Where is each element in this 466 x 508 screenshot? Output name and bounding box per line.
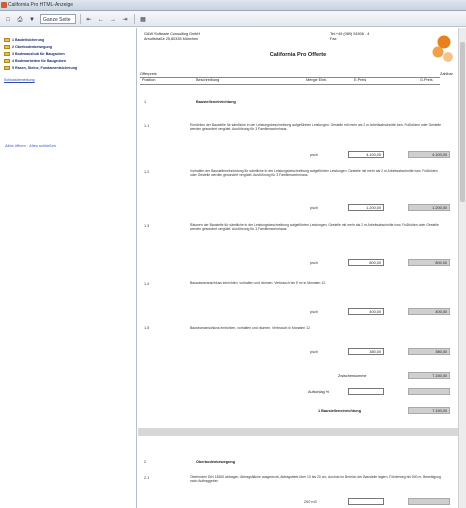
column-position: Position bbox=[142, 78, 156, 82]
unit-price-field[interactable]: 380,00 bbox=[348, 348, 384, 355]
app-window: California Pro HTML-Anzeige □ ⎙ ▼ Ganze … bbox=[0, 0, 466, 508]
sidebar-item-5[interactable]: 5 Rasen, Steine, Fundamentsicherung bbox=[4, 66, 124, 71]
position-number: 1.5 bbox=[144, 326, 150, 330]
app-icon bbox=[1, 2, 7, 8]
total-price-field: 800,00 bbox=[408, 259, 450, 266]
surcharge-value bbox=[408, 388, 450, 395]
vertical-scrollbar[interactable] bbox=[458, 28, 466, 508]
unit-price-field[interactable] bbox=[348, 498, 384, 505]
position-number: 1.2 bbox=[144, 170, 150, 174]
unit-price-field[interactable]: 1.200,00 bbox=[348, 204, 384, 211]
position-description: Bauwasseranschluss einrichten, vorhalten… bbox=[190, 281, 327, 285]
header-rule bbox=[140, 77, 440, 78]
total-price-field: 1.200,00 bbox=[408, 204, 450, 211]
subtotal-label: Zwischensumme bbox=[338, 374, 367, 378]
position-quantity: 200 m3 bbox=[304, 500, 317, 504]
position-description: Oberboden DIN 18300 abtragen, Abtragsflä… bbox=[190, 475, 441, 484]
section-title: Oberbodenbewegung bbox=[196, 460, 236, 464]
scrollbar-thumb[interactable] bbox=[460, 42, 465, 202]
section-sum-value: 7.150,00 bbox=[408, 407, 450, 414]
position-number: 1.1 bbox=[144, 124, 150, 128]
toolbar-separator bbox=[80, 14, 81, 24]
folder-icon bbox=[4, 52, 10, 57]
window-title: California Pro HTML-Anzeige bbox=[8, 2, 74, 8]
position-unit: psch bbox=[310, 153, 319, 157]
filter-icon[interactable]: ▼ bbox=[27, 14, 37, 24]
folder-icon bbox=[4, 38, 10, 43]
column-unit-price: E.Preis bbox=[354, 78, 367, 82]
grid-icon[interactable]: ▦ bbox=[138, 14, 148, 24]
subtotal-value: 7.150,00 bbox=[408, 372, 450, 379]
position-unit: psch bbox=[310, 206, 319, 210]
total-price-field: 4.100,00 bbox=[408, 151, 450, 158]
position-description: Einrichten der Baustelle für sämtliche i… bbox=[190, 123, 442, 132]
section-sum-label: 1 Baustelleneinrichtung bbox=[318, 409, 362, 413]
position-unit: psch bbox=[310, 350, 319, 354]
next-page-icon[interactable]: → bbox=[108, 14, 118, 24]
unit-price-field[interactable]: 800,00 bbox=[348, 259, 384, 266]
folder-icon bbox=[4, 66, 10, 71]
unit-price-field[interactable]: 4.100,00 bbox=[348, 151, 384, 158]
company-address: Arnulfstraße 25,80335 München bbox=[144, 37, 199, 41]
sidebar-item-schluss[interactable]: Schlussbemerkung bbox=[4, 78, 35, 83]
title-bar: California Pro HTML-Anzeige bbox=[0, 0, 466, 11]
last-page-icon[interactable]: ⇥ bbox=[120, 14, 130, 24]
position-number: 1.4 bbox=[144, 282, 150, 286]
document-view: G&W Software Consulting GmbH Arnulfstraß… bbox=[138, 28, 458, 508]
company-fax: Fax: bbox=[330, 37, 338, 41]
total-price-field bbox=[408, 498, 450, 505]
position-number: 1.3 bbox=[144, 224, 150, 228]
position-description: Vorhalten der Baustelleneinrichtung für … bbox=[190, 169, 438, 178]
first-page-icon[interactable]: ⇤ bbox=[84, 14, 94, 24]
toolbar: □ ⎙ ▼ Ganze Seite ⇤ ← → ⇥ ▦ bbox=[0, 11, 466, 27]
position-number: 2.1 bbox=[144, 476, 150, 480]
sidebar-item-4[interactable]: 4 Bodenarbeiten für Baugruben bbox=[4, 59, 66, 64]
expand-collapse-link[interactable]: Alles öffnen · Alles schließen bbox=[5, 143, 56, 148]
position-unit: psch bbox=[310, 310, 319, 314]
total-price-field: 400,00 bbox=[408, 308, 450, 315]
folder-icon bbox=[4, 59, 10, 64]
surcharge-percent-field[interactable] bbox=[348, 388, 384, 395]
toolbar-separator bbox=[134, 14, 135, 24]
column-total-price: G.Preis bbox=[420, 78, 433, 82]
surcharge-label: Aufschlag % bbox=[308, 390, 330, 394]
column-description: Beschreibung bbox=[196, 78, 220, 82]
position-description: Baustromanschluss einrichten, vorhalten … bbox=[190, 326, 311, 330]
save-icon[interactable]: □ bbox=[3, 14, 13, 24]
section-number: 2 bbox=[144, 460, 147, 464]
print-icon[interactable]: ⎙ bbox=[15, 14, 25, 24]
page-separator bbox=[138, 428, 458, 436]
position-description: Räumen der Baustelle für sämtliche in de… bbox=[190, 223, 439, 232]
header-rule bbox=[140, 83, 440, 85]
prev-page-icon[interactable]: ← bbox=[96, 14, 106, 24]
company-logo-icon bbox=[432, 35, 453, 62]
sidebar-item-2[interactable]: 2 Oberbodenbewegung bbox=[4, 45, 52, 50]
column-quantity: Menge Einh. bbox=[306, 78, 328, 82]
total-price-field: 380,00 bbox=[408, 348, 450, 355]
unit-price-field[interactable]: 400,00 bbox=[348, 308, 384, 315]
section-number: 1 bbox=[144, 100, 147, 104]
sidebar-item-3[interactable]: 3 Bodenaushub für Baugruben bbox=[4, 52, 65, 57]
document-title: California Pro Offerte bbox=[269, 52, 327, 58]
document-page: G&W Software Consulting GmbH Arnulfstraß… bbox=[138, 28, 458, 508]
section-title: Baustelleneinrichtung bbox=[196, 100, 236, 104]
sidebar-nav: 1 Bauteilsicherung 2 Oberbodenbewegung 3… bbox=[0, 28, 137, 508]
sidebar-item-1[interactable]: 1 Bauteilsicherung bbox=[4, 38, 44, 43]
zoom-select[interactable]: Ganze Seite bbox=[40, 14, 76, 24]
folder-icon bbox=[4, 45, 10, 50]
header-zahlbar: Zahlbar bbox=[440, 72, 453, 76]
position-unit: psch bbox=[310, 261, 319, 265]
